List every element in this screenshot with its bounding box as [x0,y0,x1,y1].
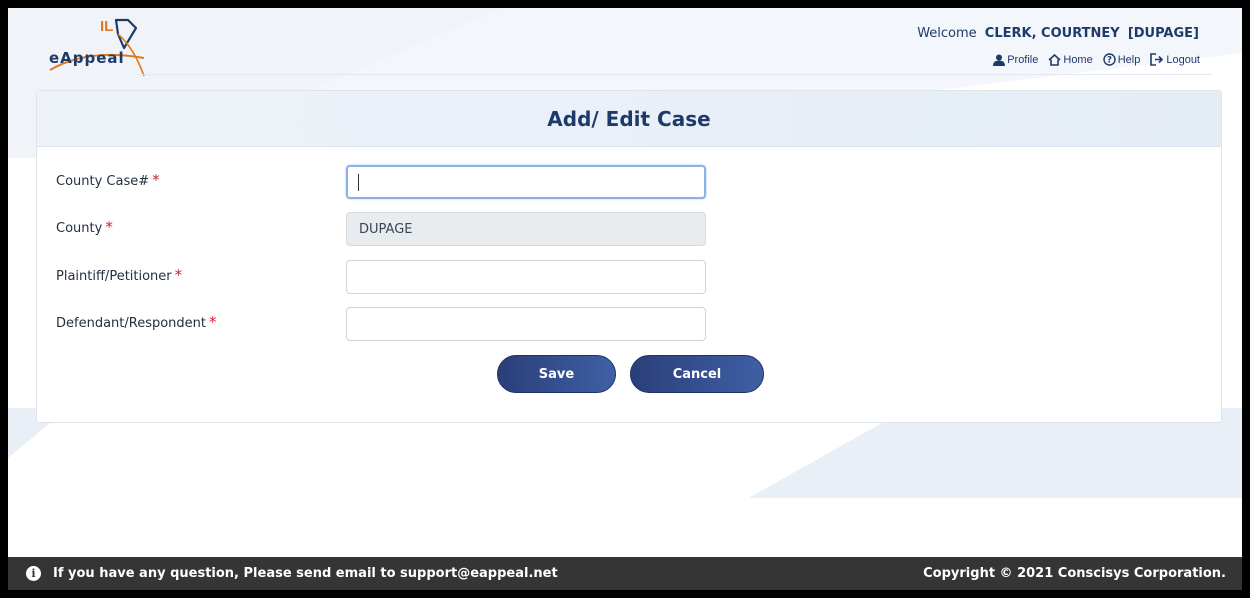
copyright-text: Copyright © 2021 Conscisys Corporation. [923,566,1226,581]
welcome-label: Welcome [917,26,977,41]
required-marker: * [209,313,217,331]
logo-mark: IL [100,18,114,35]
help-label: Help [1117,53,1141,66]
county-row: County * [37,212,1221,246]
logout-icon [1150,53,1164,66]
info-icon: i [26,566,41,581]
county-label-text: County [56,221,103,236]
home-icon [1048,53,1061,66]
county-case-label-text: County Case# [56,174,150,189]
county-case-row: County Case# * [37,165,1221,199]
page-title: Add/ Edit Case [547,106,711,131]
logout-link[interactable]: Logout [1150,53,1200,66]
required-marker: * [105,218,113,236]
required-marker: * [152,171,160,189]
top-nav-links: Profile Home ? Help Logout [992,53,1200,66]
footer-help: i If you have any question, Please send … [26,566,558,581]
profile-label: Profile [1007,53,1039,66]
defendant-label-text: Defendant/Respondent [56,316,207,331]
welcome-message: Welcome CLERK, COURTNEY [DUPAGE] [917,26,1199,41]
eappeal-logo[interactable]: IL eAppeal [48,18,158,78]
card-header: Add/ Edit Case [37,91,1221,147]
profile-link[interactable]: Profile [992,54,1038,66]
cancel-button[interactable]: Cancel [630,355,764,393]
county-case-label: County Case# * [56,171,160,189]
help-icon: ? [1103,53,1116,66]
footer-message: If you have any question, Please send em… [53,566,558,581]
county-input [346,212,706,246]
home-link[interactable]: Home [1048,53,1093,66]
add-edit-case-card: Add/ Edit Case County Case#* County* Pla… [36,90,1222,423]
plaintiff-label: Plaintiff/Petitioner * [56,266,182,284]
app-window: IL eAppeal Welcome CLERK, COURTNEY [DUPA… [8,8,1242,590]
defendant-label: Defendant/Respondent * [56,313,217,331]
user-county: [DUPAGE] [1127,26,1199,41]
user-icon [993,54,1006,66]
plaintiff-row: Plaintiff/Petitioner * [37,260,1221,294]
svg-text:?: ? [1107,56,1112,66]
text-cursor [358,174,359,191]
logo-text: eAppeal [49,49,125,67]
county-case-input[interactable] [346,165,706,199]
footer: i If you have any question, Please send … [8,557,1242,590]
user-name: CLERK, COURTNEY [984,26,1120,41]
defendant-input[interactable] [346,307,706,341]
home-label: Home [1063,53,1093,66]
plaintiff-input[interactable] [346,260,706,294]
logout-label: Logout [1166,53,1200,66]
header-divider [138,74,1212,75]
help-link[interactable]: ? Help [1103,53,1141,66]
defendant-row: Defendant/Respondent * [37,307,1221,341]
plaintiff-label-text: Plaintiff/Petitioner [56,269,172,284]
save-button[interactable]: Save [497,355,616,393]
required-marker: * [174,266,183,284]
county-label: County * [56,218,113,236]
